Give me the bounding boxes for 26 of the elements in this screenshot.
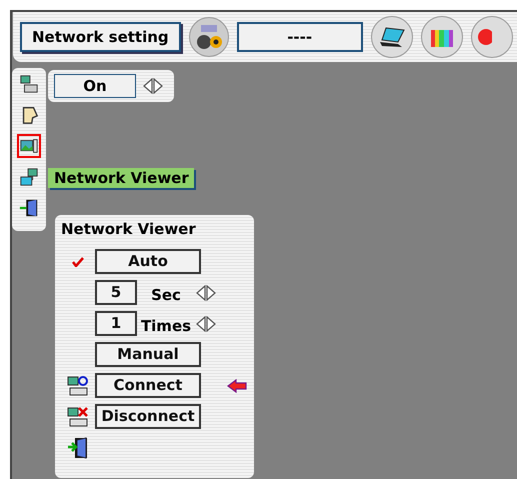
switch-value[interactable]: On <box>54 74 136 98</box>
tooltip: Network Viewer <box>48 168 194 188</box>
source-field: ---- <box>236 22 363 52</box>
exit-door-icon[interactable] <box>67 436 89 460</box>
left-right-arrows-icon[interactable] <box>142 78 164 94</box>
pointer-arrow-icon <box>227 378 247 392</box>
menu-button[interactable]: Manual <box>95 342 201 367</box>
menu-button[interactable]: Auto <box>95 249 201 274</box>
left-right-arrows-icon[interactable] <box>195 316 217 332</box>
unit-label: Times <box>140 316 192 337</box>
menu-button[interactable]: Connect <box>95 373 201 398</box>
menu-button[interactable]: Disconnect <box>95 404 201 429</box>
number-field[interactable]: 1 <box>95 311 137 336</box>
computer-link-icon <box>67 374 89 396</box>
menu-icon-tab[interactable] <box>17 134 41 158</box>
laptop-icon[interactable] <box>370 16 413 58</box>
unit-label: Sec <box>150 284 182 306</box>
number-field[interactable]: 5 <box>95 280 137 305</box>
panel-title: Network Viewer <box>61 219 197 240</box>
left-right-arrows-icon[interactable] <box>195 284 217 300</box>
check-icon <box>72 256 84 266</box>
toolbar-title: Network setting <box>20 22 181 52</box>
input-connector-icon[interactable] <box>188 17 229 57</box>
computer-cross-icon <box>67 406 89 428</box>
palette-icon[interactable] <box>470 16 513 58</box>
color-bars-icon[interactable] <box>420 16 463 58</box>
